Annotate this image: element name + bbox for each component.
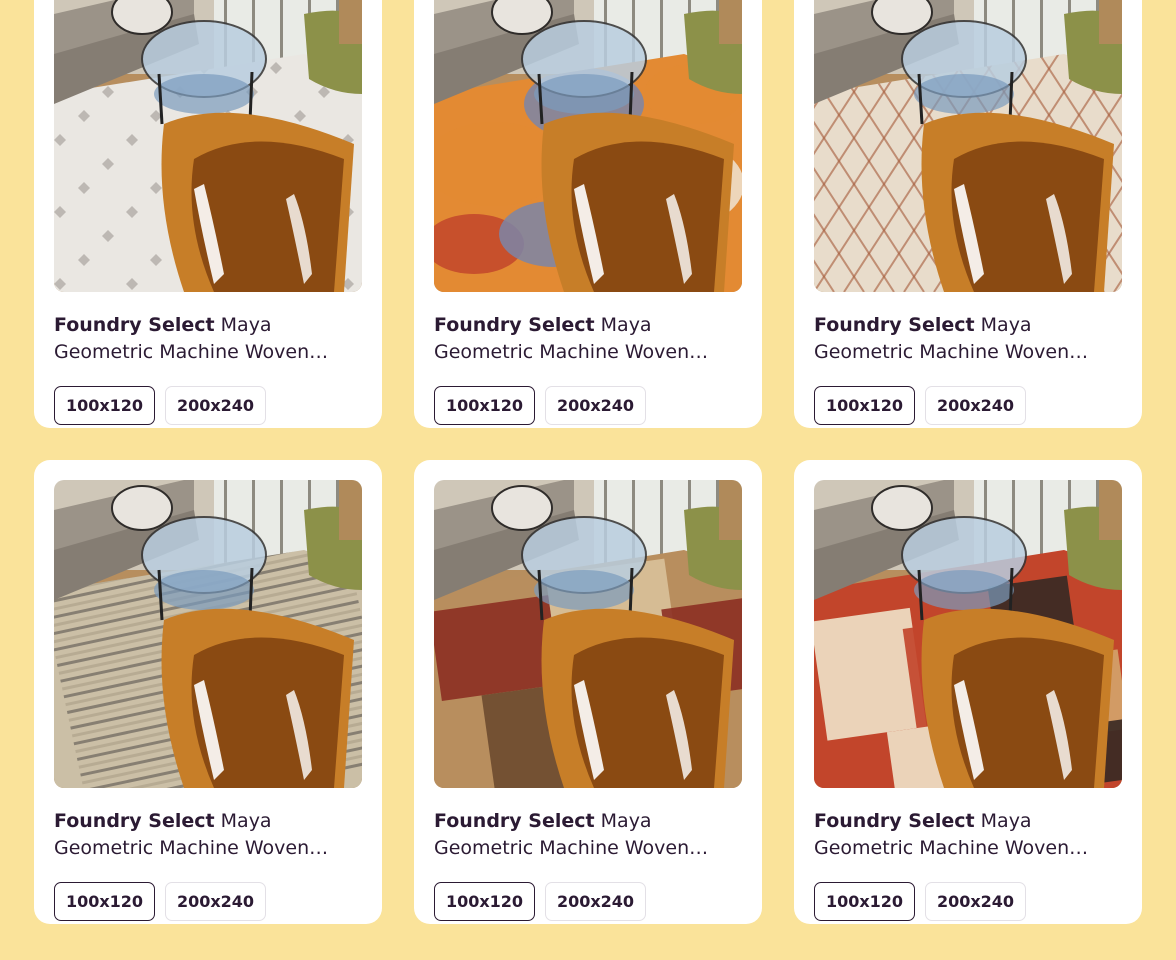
size-options: 100x120 200x240: [434, 386, 742, 425]
size-option-100x120[interactable]: 100x120: [814, 386, 915, 425]
product-title[interactable]: Foundry Select Maya Geometric Machine Wo…: [814, 312, 1122, 366]
product-card[interactable]: Foundry Select Maya Geometric Machine Wo…: [34, 0, 382, 428]
product-brand: Foundry Select: [54, 314, 215, 336]
size-options: 100x120 200x240: [814, 386, 1122, 425]
product-image[interactable]: [434, 0, 742, 292]
product-title[interactable]: Foundry Select Maya Geometric Machine Wo…: [54, 312, 362, 366]
size-option-100x120[interactable]: 100x120: [434, 882, 535, 921]
product-brand: Foundry Select: [814, 314, 975, 336]
product-brand: Foundry Select: [434, 810, 595, 832]
room-scene-illustration: [814, 480, 1122, 788]
size-options: 100x120 200x240: [54, 882, 362, 921]
room-scene-illustration: [814, 0, 1122, 292]
size-options: 100x120 200x240: [434, 882, 742, 921]
product-title[interactable]: Foundry Select Maya Geometric Machine Wo…: [434, 808, 742, 862]
size-option-200x240[interactable]: 200x240: [165, 882, 266, 921]
size-option-200x240[interactable]: 200x240: [925, 386, 1026, 425]
product-card[interactable]: Foundry Select Maya Geometric Machine Wo…: [414, 460, 762, 924]
room-scene-illustration: [54, 480, 362, 788]
size-option-100x120[interactable]: 100x120: [54, 386, 155, 425]
size-option-100x120[interactable]: 100x120: [434, 386, 535, 425]
product-image[interactable]: [54, 480, 362, 788]
product-title[interactable]: Foundry Select Maya Geometric Machine Wo…: [814, 808, 1122, 862]
room-scene-illustration: [434, 0, 742, 292]
size-options: 100x120 200x240: [814, 882, 1122, 921]
product-brand: Foundry Select: [434, 314, 595, 336]
size-option-200x240[interactable]: 200x240: [545, 386, 646, 425]
product-brand: Foundry Select: [814, 810, 975, 832]
product-image[interactable]: [814, 0, 1122, 292]
product-image[interactable]: [814, 480, 1122, 788]
size-options: 100x120 200x240: [54, 386, 362, 425]
product-card[interactable]: Foundry Select Maya Geometric Machine Wo…: [794, 460, 1142, 924]
size-option-100x120[interactable]: 100x120: [814, 882, 915, 921]
product-grid: Foundry Select Maya Geometric Machine Wo…: [34, 0, 1142, 924]
product-card[interactable]: Foundry Select Maya Geometric Machine Wo…: [34, 460, 382, 924]
size-option-200x240[interactable]: 200x240: [545, 882, 646, 921]
product-title[interactable]: Foundry Select Maya Geometric Machine Wo…: [434, 312, 742, 366]
product-image[interactable]: [54, 0, 362, 292]
product-image[interactable]: [434, 480, 742, 788]
size-option-200x240[interactable]: 200x240: [925, 882, 1026, 921]
room-scene-illustration: [54, 0, 362, 292]
product-brand: Foundry Select: [54, 810, 215, 832]
product-card[interactable]: Foundry Select Maya Geometric Machine Wo…: [414, 0, 762, 428]
room-scene-illustration: [434, 480, 742, 788]
size-option-100x120[interactable]: 100x120: [54, 882, 155, 921]
product-title[interactable]: Foundry Select Maya Geometric Machine Wo…: [54, 808, 362, 862]
size-option-200x240[interactable]: 200x240: [165, 386, 266, 425]
product-card[interactable]: Foundry Select Maya Geometric Machine Wo…: [794, 0, 1142, 428]
